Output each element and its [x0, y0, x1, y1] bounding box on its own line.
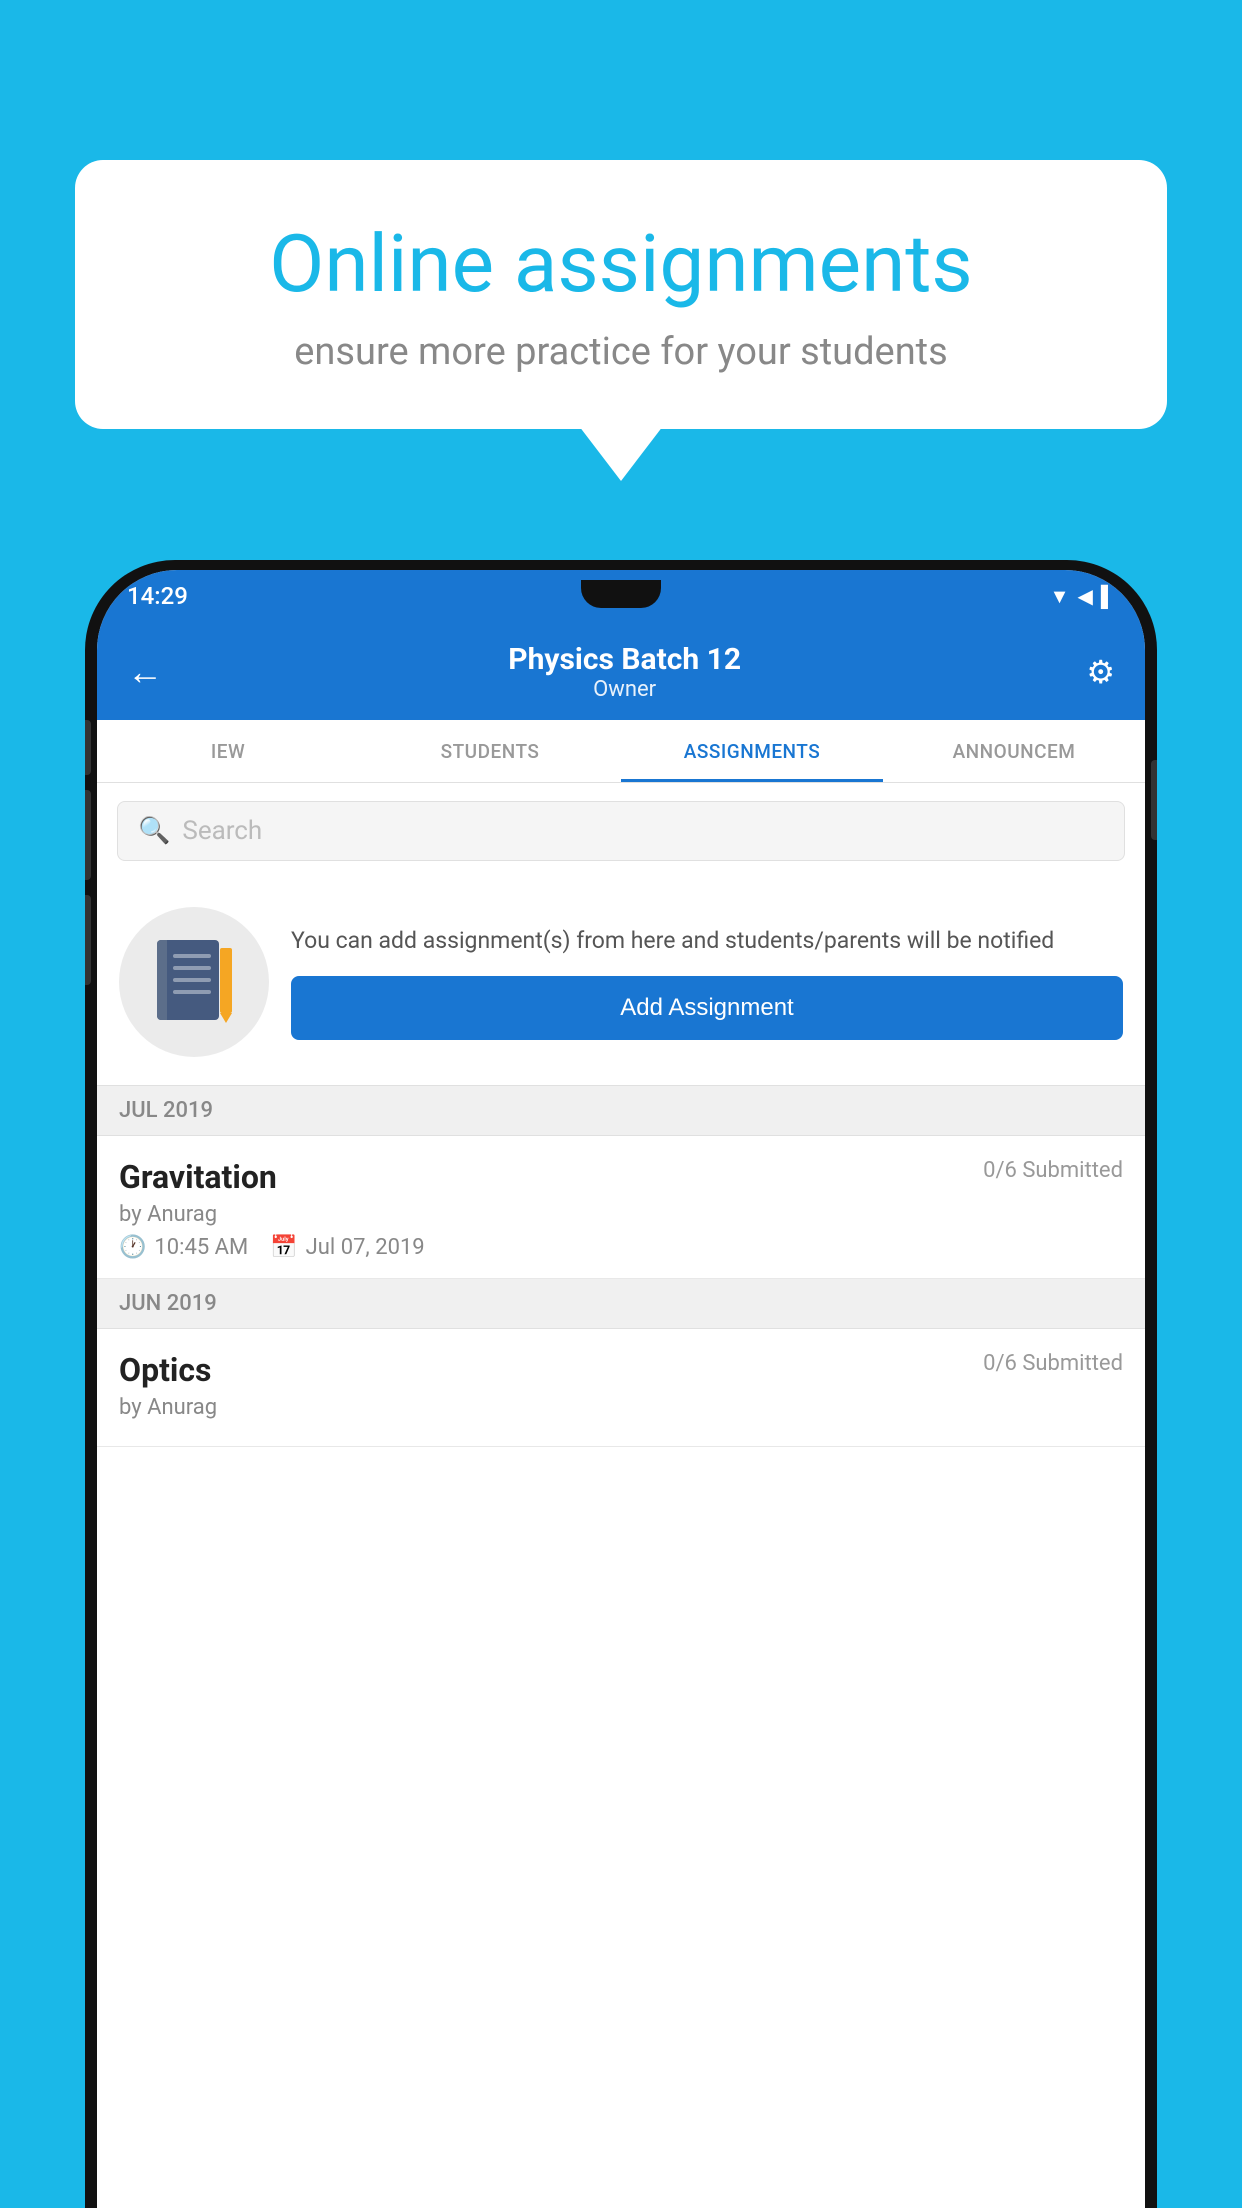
assignment-name-optics: Optics — [119, 1351, 211, 1389]
notebook-spine — [157, 940, 167, 1020]
month-divider-jun: JUN 2019 — [97, 1279, 1145, 1329]
phone-screen: 14:29 ▼ ◀ ▌ ← Physics Batch 12 Owner ⚙ I… — [97, 570, 1145, 2208]
header-center: Physics Batch 12 Owner — [163, 642, 1086, 702]
assignment-submitted: 0/6 Submitted — [983, 1158, 1123, 1183]
assignment-by-optics: by Anurag — [119, 1395, 1123, 1420]
assignment-icon-circle — [119, 907, 269, 1057]
search-placeholder: Search — [182, 816, 262, 846]
tab-announcements[interactable]: ANNOUNCEM — [883, 720, 1145, 782]
volume-down-button — [85, 895, 91, 985]
add-assignment-description: You can add assignment(s) from here and … — [291, 924, 1123, 959]
assignment-item-header-optics: Optics 0/6 Submitted — [119, 1351, 1123, 1389]
assignment-item-gravitation[interactable]: Gravitation 0/6 Submitted by Anurag 🕐 10… — [97, 1136, 1145, 1279]
wifi-icon: ▼ — [1050, 584, 1070, 609]
add-assignment-section: You can add assignment(s) from here and … — [97, 879, 1145, 1086]
notebook-line — [173, 954, 211, 958]
speech-bubble-subtitle: ensure more practice for your students — [145, 330, 1097, 374]
volume-silent-button — [85, 720, 91, 775]
speech-bubble: Online assignments ensure more practice … — [75, 160, 1167, 429]
search-input-wrapper[interactable]: 🔍 Search — [117, 801, 1125, 861]
notebook-body — [157, 940, 219, 1020]
month-divider-jul: JUL 2019 — [97, 1086, 1145, 1136]
notebook-lines — [173, 954, 211, 994]
assignment-by: by Anurag — [119, 1202, 1123, 1227]
calendar-icon: 📅 — [270, 1235, 297, 1260]
battery-icon: ▌ — [1101, 584, 1115, 609]
app-header: ← Physics Batch 12 Owner ⚙ — [97, 622, 1145, 720]
tab-iew[interactable]: IEW — [97, 720, 359, 782]
header-subtitle: Owner — [163, 677, 1086, 702]
add-assignment-right: You can add assignment(s) from here and … — [291, 924, 1123, 1041]
speech-bubble-container: Online assignments ensure more practice … — [75, 160, 1167, 429]
assignment-name: Gravitation — [119, 1158, 277, 1196]
notebook-line — [173, 978, 211, 982]
header-title: Physics Batch 12 — [163, 642, 1086, 677]
date-value: Jul 07, 2019 — [306, 1235, 425, 1260]
assignment-submitted-optics: 0/6 Submitted — [983, 1351, 1123, 1376]
status-icons: ▼ ◀ ▌ — [1050, 584, 1115, 609]
notebook-line — [173, 966, 211, 970]
speech-bubble-title: Online assignments — [145, 220, 1097, 308]
status-time: 14:29 — [127, 582, 188, 610]
notebook-line — [173, 990, 211, 994]
pencil-icon — [220, 948, 232, 1013]
add-assignment-button[interactable]: Add Assignment — [291, 976, 1123, 1040]
settings-button[interactable]: ⚙ — [1086, 653, 1115, 691]
notebook-icon — [157, 940, 232, 1025]
assignment-time: 🕐 10:45 AM — [119, 1235, 248, 1260]
tab-assignments[interactable]: ASSIGNMENTS — [621, 720, 883, 782]
back-button[interactable]: ← — [127, 651, 163, 693]
clock-icon: 🕐 — [119, 1235, 146, 1260]
power-button — [1151, 760, 1157, 840]
search-icon: 🔍 — [138, 816, 170, 846]
volume-up-button — [85, 790, 91, 880]
phone-mockup: 14:29 ▼ ◀ ▌ ← Physics Batch 12 Owner ⚙ I… — [85, 560, 1157, 2208]
tab-students[interactable]: STUDENTS — [359, 720, 621, 782]
assignment-meta: 🕐 10:45 AM 📅 Jul 07, 2019 — [119, 1235, 1123, 1260]
phone-notch — [581, 580, 661, 608]
assignment-date: 📅 Jul 07, 2019 — [270, 1235, 424, 1260]
signal-icon: ◀ — [1077, 584, 1092, 608]
assignment-item-optics[interactable]: Optics 0/6 Submitted by Anurag — [97, 1329, 1145, 1447]
search-container: 🔍 Search — [97, 783, 1145, 879]
tabs-bar: IEW STUDENTS ASSIGNMENTS ANNOUNCEM — [97, 720, 1145, 783]
time-value: 10:45 AM — [154, 1235, 248, 1260]
assignment-item-header: Gravitation 0/6 Submitted — [119, 1158, 1123, 1196]
